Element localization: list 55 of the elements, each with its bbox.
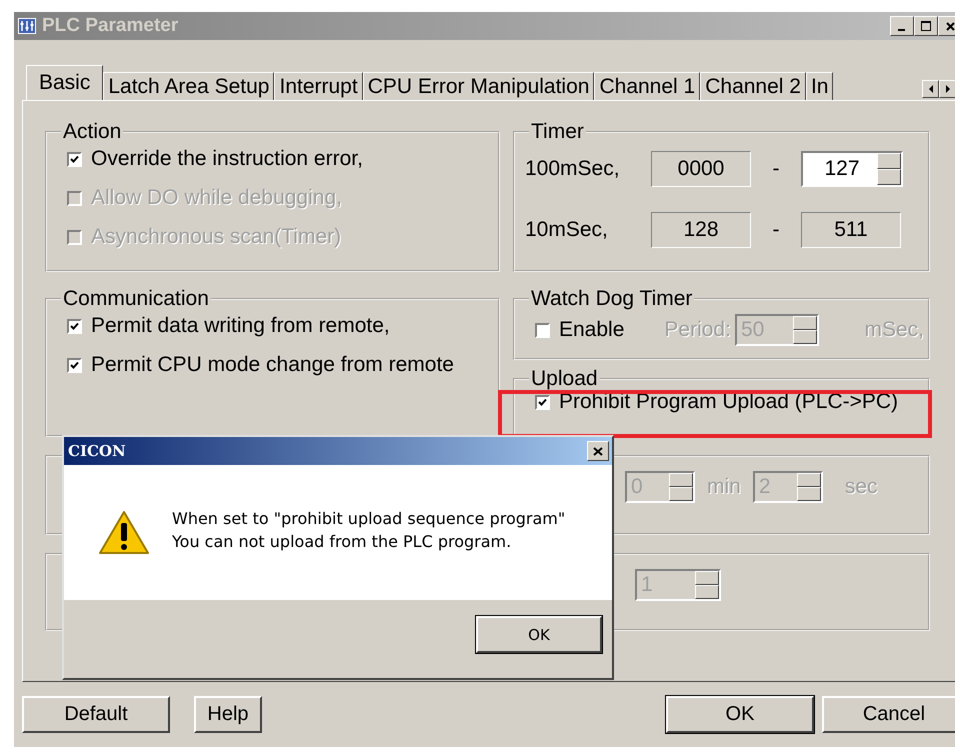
tab[interactable]: CPU Error Manipulation (362, 72, 594, 100)
tab[interactable]: Channel 1 (594, 72, 700, 100)
checkbox[interactable] (67, 152, 82, 166)
range-dash: - (772, 157, 780, 181)
checkbox-label: Prohibit Program Upload (PLC->PC) (559, 390, 898, 414)
default-button[interactable]: Default (22, 696, 170, 733)
group-title: Upload (530, 370, 599, 388)
ok-button[interactable]: OK (476, 616, 602, 653)
spin-arrows-icon[interactable] (669, 473, 693, 501)
checkbox[interactable] (67, 318, 82, 334)
spin-arrows-icon[interactable] (695, 571, 719, 599)
readonly-field: 0000 (651, 151, 751, 187)
tab[interactable]: Interrupt (274, 72, 363, 100)
checkbox-label: Enable (559, 318, 624, 342)
checkbox[interactable] (535, 394, 550, 410)
tab[interactable]: Latch Area Setup (103, 72, 274, 100)
checkbox[interactable] (67, 358, 82, 372)
tab[interactable]: Channel 2 (700, 72, 806, 100)
warning-icon (98, 510, 150, 556)
checkmark-icon (70, 154, 79, 164)
group-title: Timer (530, 123, 585, 141)
range-dash: - (772, 218, 780, 242)
close-icon[interactable] (938, 16, 955, 36)
checkbox-label: Permit data writing from remote, (91, 314, 390, 338)
checkmark-icon (70, 322, 79, 330)
timer-label: 100mSec, (525, 157, 621, 181)
tab-scroll-left-icon[interactable] (922, 80, 939, 98)
ok-button[interactable]: OK (666, 696, 814, 733)
readonly-field: 128 (651, 212, 751, 248)
group-title: Action (62, 123, 122, 141)
tab[interactable]: Basic (26, 65, 104, 100)
spin-field[interactable]: 127 (801, 151, 903, 187)
close-icon[interactable] (587, 441, 609, 461)
checkmark-icon (538, 398, 547, 406)
tab-scroll-right-icon[interactable] (939, 80, 955, 98)
spin-arrows-icon[interactable] (796, 473, 821, 501)
app-icon (18, 18, 36, 34)
checkbox-label: Permit CPU mode change from remote (91, 353, 454, 377)
warning-message: When set to "prohibit upload sequence program" You can not upload from the PLC program. (172, 508, 566, 552)
readonly-field: 511 (801, 212, 901, 248)
spin-arrows-icon[interactable] (877, 153, 901, 185)
checkbox[interactable] (535, 322, 550, 338)
maximize-icon[interactable] (914, 16, 938, 36)
timer-label: 10mSec, (525, 218, 609, 242)
checkmark-icon (70, 360, 79, 370)
spin-arrows-icon[interactable] (792, 316, 817, 344)
dialog-title: CICON (68, 442, 126, 460)
checkbox-label: Override the instruction error, (91, 147, 363, 171)
group-title: Communication (62, 290, 210, 308)
window-title: PLC Parameter (42, 15, 178, 37)
tab[interactable]: In (806, 72, 834, 100)
cancel-button[interactable]: Cancel (822, 696, 955, 733)
help-button[interactable]: Help (194, 696, 262, 733)
minimize-icon[interactable] (890, 16, 914, 36)
group-title: Watch Dog Timer (530, 290, 694, 308)
